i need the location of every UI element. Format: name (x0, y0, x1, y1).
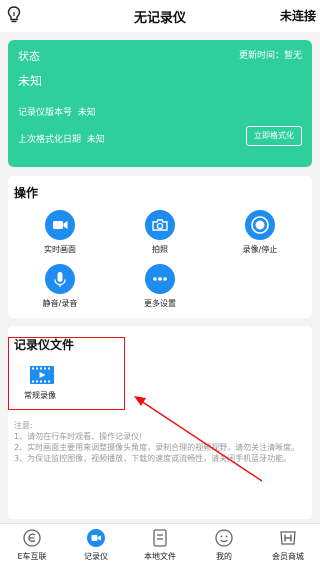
page-title: 无记录仪 (133, 11, 186, 26)
tab-mine[interactable]: 我的 (192, 528, 256, 562)
more-icon (145, 264, 175, 294)
record-stop-label: 录像/停止 (242, 245, 278, 254)
bottom-tab-bar: E车互联 记录仪 本地文件 我的 会员商城 (0, 523, 320, 565)
honda-icon (278, 528, 298, 548)
mute-record-button[interactable]: 静音/录音 (25, 264, 95, 309)
notice-title: 注意: (14, 421, 33, 430)
format-now-button[interactable]: 立即格式化 (246, 126, 302, 146)
tab-e-car-label: E车互联 (17, 552, 47, 561)
smiley-icon (214, 528, 234, 548)
tab-local-files-label: 本地文件 (144, 552, 176, 561)
tab-member-mall[interactable]: 会员商城 (256, 528, 320, 562)
version-label: 记录仪版本号 (18, 108, 73, 118)
photo-button[interactable]: 拍照 (125, 210, 195, 255)
status-value: 未知 (18, 74, 43, 88)
recorder-icon (86, 528, 106, 548)
update-time-label: 更新时间： (238, 51, 284, 61)
microphone-icon (45, 264, 75, 294)
notice-line-1: 1、请勿在行车时观看、操作记录仪! (14, 432, 143, 441)
camera-icon (145, 210, 175, 240)
tab-local-files[interactable]: 本地文件 (128, 528, 192, 562)
update-time: 更新时间：暂无 (239, 48, 302, 61)
tab-recorder-label: 记录仪 (84, 552, 108, 561)
update-time-value: 暂无 (283, 51, 302, 61)
tab-member-mall-label: 会员商城 (272, 552, 304, 561)
e-car-icon (22, 528, 42, 548)
recorder-files-card: 记录仪文件 常规录像 注意: 1、请勿在行车时观看、操作记录仪! 2、实时画面主… (8, 326, 312, 519)
photo-label: 拍照 (152, 245, 168, 254)
film-icon (30, 366, 54, 384)
operations-card: 操作 实时画面 拍照 录像/停止 静音/录音 更多设置 (8, 176, 312, 318)
format-date-value: 未知 (86, 135, 105, 145)
mute-record-label: 静音/录音 (42, 299, 78, 308)
notice-text: 注意: 1、请勿在行车时观看、操作记录仪! 2、实时画面主要用来调整摄像头角度，… (14, 420, 304, 464)
format-date-label: 上次格式化日期 (18, 135, 82, 145)
record-icon (245, 210, 275, 240)
top-bar: 无记录仪 未连接 (0, 0, 320, 32)
notice-line-2: 2、实时画面主要用来调整摄像头角度，录制合理的视频视野，请勿关注清晰度。 (14, 443, 300, 452)
format-date-row: 上次格式化日期 未知 (18, 132, 105, 145)
regular-video-label: 常规录像 (24, 391, 56, 400)
tab-mine-label: 我的 (216, 552, 232, 561)
status-title: 状态 (18, 50, 40, 63)
live-view-label: 实时画面 (44, 245, 76, 254)
status-card: 状态 更新时间：暂无 未知 记录仪版本号 未知 上次格式化日期 未知 立即格式化 (8, 40, 312, 167)
local-files-icon (150, 528, 170, 548)
video-camera-icon (45, 210, 75, 240)
connection-status[interactable]: 未连接 (280, 7, 316, 24)
more-settings-button[interactable]: 更多设置 (125, 264, 195, 309)
tab-recorder[interactable]: 记录仪 (64, 528, 128, 562)
tab-e-car[interactable]: E车互联 (0, 528, 64, 562)
record-stop-button[interactable]: 录像/停止 (225, 210, 295, 255)
notice-line-3: 3、为保证监控图像，视频播放，下载的速度或流畅性，请关闭手机蓝牙功能。 (14, 454, 292, 463)
more-settings-label: 更多设置 (144, 299, 176, 308)
version-row: 记录仪版本号 未知 (18, 105, 96, 118)
version-value: 未知 (77, 108, 96, 118)
operations-title: 操作 (14, 186, 39, 200)
live-view-button[interactable]: 实时画面 (25, 210, 95, 255)
files-title: 记录仪文件 (14, 338, 75, 352)
